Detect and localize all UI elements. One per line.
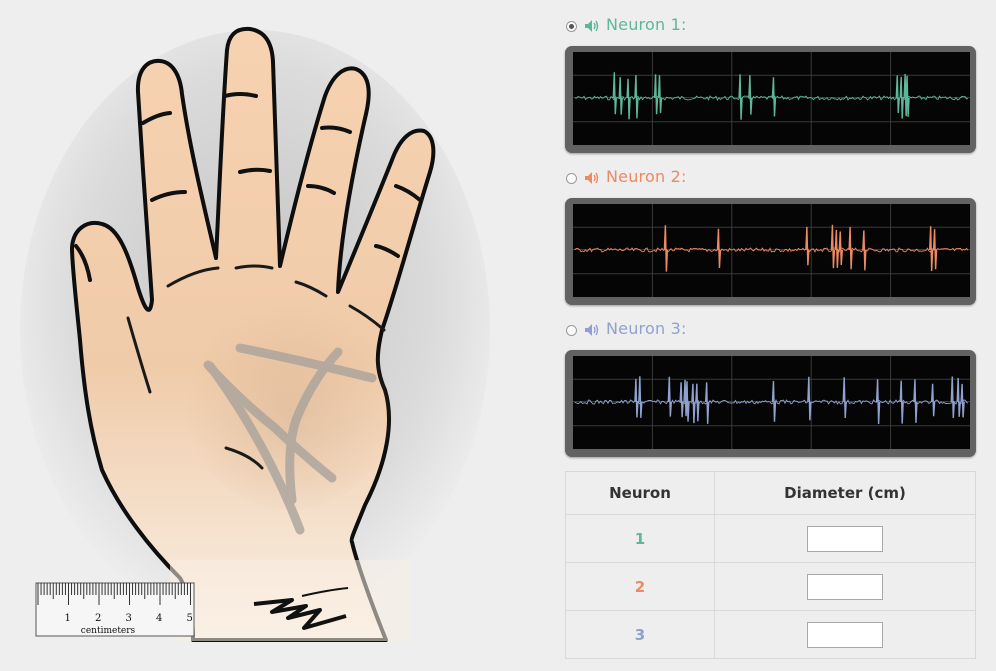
table-row: 1 (565, 514, 976, 563)
neuron-3-selector[interactable]: Neuron 3: (566, 319, 866, 345)
spike (848, 226, 853, 270)
spike (634, 378, 639, 418)
neuron-2-diameter-input[interactable] (807, 573, 883, 600)
ruler-tick-label: 3 (126, 613, 132, 624)
neuron-1-oscilloscope (565, 46, 976, 153)
oscilloscope-screen (573, 356, 970, 449)
neuron-3-radio[interactable] (566, 325, 577, 336)
neuron-3-diameter-input[interactable] (807, 621, 883, 648)
ruler-tick-label: 4 (156, 613, 162, 624)
spike (748, 75, 753, 115)
spike (807, 376, 812, 421)
neuron-1-spike-trace (573, 52, 970, 145)
ruler-tick-label: 5 (187, 613, 193, 624)
spike (679, 382, 684, 418)
neuron-1-radio[interactable] (566, 21, 577, 32)
spike (950, 376, 955, 419)
ruler: 1 2 3 4 5 centimeters (35, 582, 195, 637)
table-row: 2 (565, 562, 976, 611)
spike (638, 376, 643, 418)
neuron-2-selector[interactable]: Neuron 2: (566, 167, 866, 193)
diameter-table: Neuron Diameter (cm) 1 2 3 (565, 471, 976, 659)
oscilloscope-screen (573, 52, 970, 145)
neuron-1-diameter-input[interactable] (807, 525, 883, 552)
spike (618, 77, 623, 115)
diameter-cell (714, 562, 976, 611)
ruler-tick-label: 1 (65, 613, 71, 624)
hand-illustration: 1 2 3 4 5 centimeters (20, 26, 490, 642)
diameter-cell (714, 514, 976, 563)
neuron-2-oscilloscope (565, 198, 976, 305)
neuron-3-spike-trace (573, 356, 970, 449)
spike (626, 78, 631, 120)
spike (663, 225, 669, 272)
table-header-row: Neuron Diameter (cm) (565, 471, 976, 515)
spike (956, 377, 961, 417)
neuron-2-radio[interactable] (566, 173, 577, 184)
speaker-icon[interactable] (584, 18, 600, 37)
column-header-diameter: Diameter (cm) (714, 471, 976, 515)
table-row: 3 (565, 610, 976, 659)
ruler-unit-label: centimeters (81, 626, 136, 636)
spike (716, 228, 722, 269)
oscilloscope-screen (573, 204, 970, 297)
neuron-number-cell: 1 (565, 514, 715, 563)
column-header-neuron: Neuron (565, 471, 715, 515)
spike (930, 383, 936, 417)
neuron-number-cell: 3 (565, 610, 715, 659)
speaker-icon[interactable] (584, 322, 600, 341)
diameter-cell (714, 610, 976, 659)
neuron-1-selector[interactable]: Neuron 1: (566, 15, 866, 41)
neuron-2-label: Neuron 2: (606, 167, 687, 186)
spike (657, 75, 663, 114)
spike (830, 224, 836, 269)
spike (612, 72, 617, 115)
neuron-2-spike-trace (573, 204, 970, 297)
spike (899, 380, 904, 424)
speaker-icon[interactable] (584, 170, 600, 189)
neuron-3-oscilloscope (565, 350, 976, 457)
neuron-1-label: Neuron 1: (606, 15, 687, 34)
neuron-3-label: Neuron 3: (606, 319, 687, 338)
spike (842, 377, 847, 419)
ruler-tick-label: 2 (95, 613, 101, 624)
neuron-number-cell: 2 (565, 562, 715, 611)
hand-illustration-panel: 1 2 3 4 5 centimeters (0, 0, 540, 671)
spike (895, 75, 900, 114)
spike (667, 376, 673, 417)
spike (653, 74, 659, 115)
spike (805, 226, 810, 266)
spike (834, 229, 840, 268)
